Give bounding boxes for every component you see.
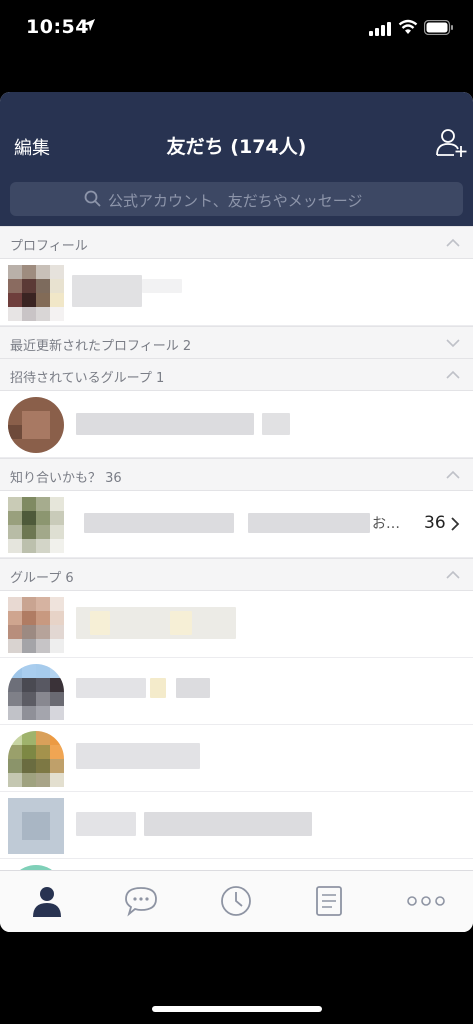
section-recent-updates[interactable]: 最近更新されたプロフィール 2	[0, 326, 473, 359]
section-label: プロフィール	[10, 239, 88, 254]
section-invited-groups[interactable]: 招待されているグループ 1	[0, 358, 473, 391]
news-icon[interactable]	[311, 883, 347, 919]
avatar	[8, 397, 64, 453]
group-row[interactable]	[0, 725, 473, 792]
avatar	[8, 798, 64, 854]
group-row[interactable]	[0, 658, 473, 725]
location-arrow-icon	[83, 19, 95, 31]
person-icon[interactable]	[29, 883, 65, 919]
chevron-up-icon	[446, 238, 460, 247]
suggestions-row[interactable]: お… 36	[0, 491, 473, 558]
friends-screen: 編集 友だち (174人) 公式アカウント、友だちやメッセージ プロフィール 最…	[0, 92, 473, 932]
signal-icon	[369, 22, 391, 36]
chevron-right-icon	[451, 517, 460, 531]
section-profile[interactable]: プロフィール	[0, 226, 473, 259]
suggestions-count: 36	[424, 513, 446, 533]
clock-icon[interactable]	[218, 883, 254, 919]
section-groups[interactable]: グループ 6	[0, 558, 473, 591]
search-input[interactable]: 公式アカウント、友だちやメッセージ	[10, 182, 463, 216]
avatar	[8, 497, 64, 553]
avatar	[8, 731, 64, 787]
invited-group-row[interactable]	[0, 391, 473, 458]
add-friend-icon[interactable]	[436, 128, 468, 158]
wifi-icon	[398, 19, 418, 34]
chevron-up-icon	[446, 370, 460, 379]
friends-list: プロフィール 最近更新されたプロフィール 2 招待されているグループ 1 知り合…	[0, 226, 473, 871]
section-suggestions[interactable]: 知り合いかも？ 36	[0, 458, 473, 491]
section-label: 知り合いかも？ 36	[10, 471, 122, 486]
page-title: 友だち (174人)	[166, 136, 307, 158]
home-indicator[interactable]	[152, 1006, 322, 1012]
chat-bubble-icon[interactable]	[123, 883, 159, 919]
chevron-up-icon	[446, 570, 460, 579]
group-row[interactable]	[0, 591, 473, 658]
avatar	[8, 664, 64, 720]
section-label: 招待されているグループ 1	[10, 371, 165, 386]
status-time: 10:54	[26, 16, 89, 38]
search-icon	[84, 190, 101, 207]
more-icon[interactable]	[406, 883, 446, 919]
status-bar: 10:54	[0, 0, 473, 60]
search-placeholder: 公式アカウント、友だちやメッセージ	[108, 192, 363, 210]
chevron-up-icon	[446, 470, 460, 479]
avatar	[8, 265, 64, 321]
avatar	[8, 597, 64, 653]
suggestion-name-ellipsis: お…	[372, 516, 400, 532]
header: 編集 友だち (174人) 公式アカウント、友だちやメッセージ	[0, 92, 473, 226]
section-label: グループ 6	[10, 571, 74, 586]
tab-bar	[0, 870, 473, 932]
chevron-down-icon	[446, 339, 460, 348]
battery-icon	[424, 20, 453, 35]
profile-row[interactable]	[0, 259, 473, 326]
group-row[interactable]	[0, 792, 473, 859]
section-label: 最近更新されたプロフィール 2	[10, 339, 192, 354]
